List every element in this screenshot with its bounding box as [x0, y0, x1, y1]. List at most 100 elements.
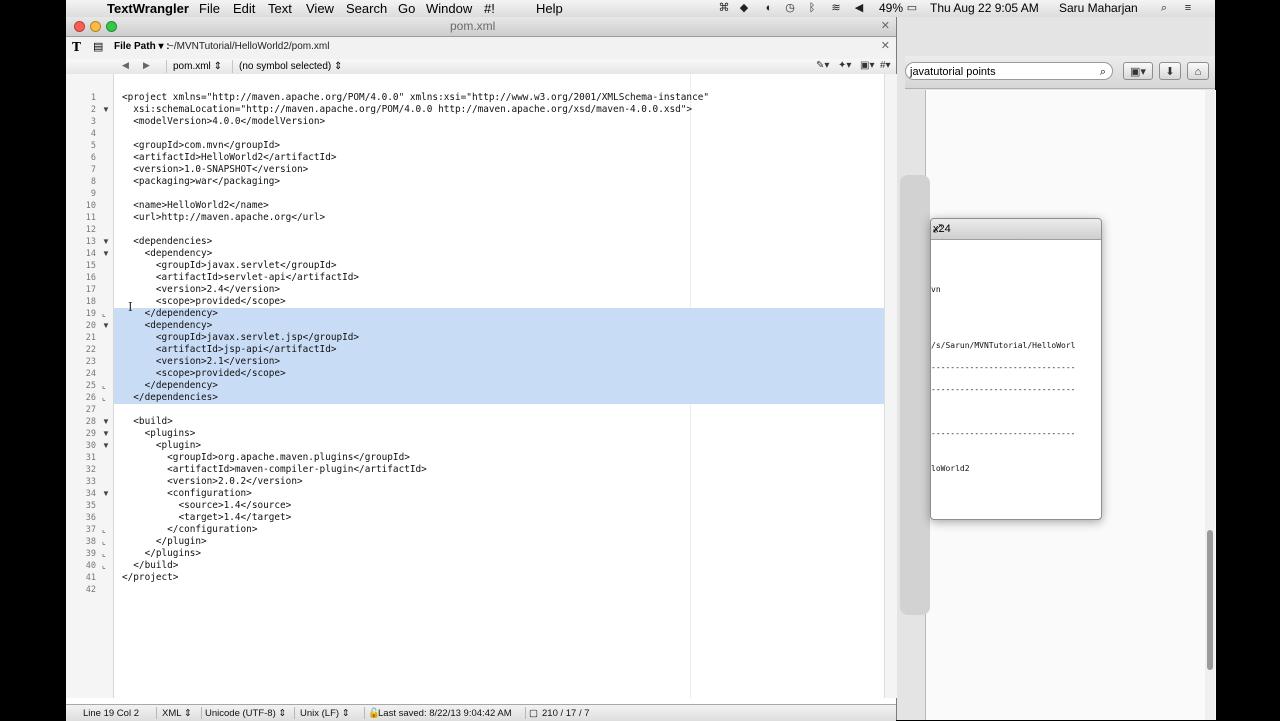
code-editor[interactable]: <project xmlns="http://maven.apache.org/… — [114, 74, 884, 698]
code-line[interactable]: </dependency> — [122, 380, 218, 392]
bluetooth-icon[interactable]: ᛒ — [806, 2, 818, 14]
clock[interactable]: Thu Aug 22 9:05 AM — [930, 1, 1039, 17]
code-line[interactable]: <configuration> — [122, 488, 252, 500]
window-title-bar[interactable]: pom.xml ✕ — [66, 17, 896, 37]
search-icon[interactable]: ⌕ — [1100, 63, 1106, 81]
menu-go[interactable]: Go — [398, 1, 415, 17]
volume-icon[interactable]: ◀ — [853, 2, 865, 14]
fold-close-icon[interactable]: ⌞ — [102, 536, 106, 548]
fold-open-icon[interactable]: ▼ — [102, 488, 110, 500]
code-line[interactable]: <artifactId>servlet-api</artifactId> — [122, 272, 359, 284]
menu-app-name[interactable]: TextWrangler — [107, 1, 189, 17]
fold-open-icon[interactable]: ▼ — [102, 236, 110, 248]
hash-icon[interactable]: #▾ — [880, 60, 891, 71]
code-line[interactable]: <target>1.4</target> — [122, 512, 291, 524]
code-line[interactable]: <dependencies> — [122, 236, 212, 248]
download-button[interactable]: ⬇ — [1159, 62, 1181, 80]
menu-window[interactable]: Window — [426, 1, 472, 17]
sync-icon[interactable]: ◐ — [763, 2, 775, 14]
terminal-title-bar[interactable]: x24 ⤢ — [931, 219, 1101, 240]
code-line[interactable]: <groupId>javax.servlet</groupId> — [122, 260, 337, 272]
code-line[interactable]: </project> — [122, 572, 178, 584]
code-line[interactable]: <dependency> — [122, 320, 213, 332]
code-line[interactable]: <version>2.1</version> — [122, 356, 280, 368]
code-line[interactable]: <project xmlns="http://maven.apache.org/… — [122, 92, 709, 104]
code-line[interactable]: <artifactId>jsp-api</artifactId> — [122, 344, 337, 356]
fold-open-icon[interactable]: ▼ — [102, 320, 110, 332]
code-line[interactable]: <source>1.4</source> — [122, 500, 291, 512]
code-line[interactable]: <groupId>org.apache.maven.plugins</group… — [122, 452, 410, 464]
terminal-window[interactable]: x24 ⤢ vn /s/Sarun/MVNTutorial/HelloWorl … — [930, 218, 1102, 520]
code-line[interactable]: <artifactId>HelloWorld2</artifactId> — [122, 152, 336, 164]
fold-open-icon[interactable]: ▼ — [102, 104, 110, 116]
fold-close-icon[interactable]: ⌞ — [102, 308, 106, 320]
menu-edit[interactable]: Edit — [233, 1, 255, 17]
fold-open-icon[interactable]: ▼ — [102, 440, 110, 452]
code-line[interactable]: <artifactId>maven-compiler-plugin</artif… — [122, 464, 427, 476]
forward-button[interactable]: ▶ — [143, 60, 150, 71]
code-line[interactable]: <version>1.0-SNAPSHOT</version> — [122, 164, 308, 176]
code-line[interactable]: <scope>provided</scope> — [122, 296, 286, 308]
code-line[interactable]: <groupId>javax.servlet.jsp</groupId> — [122, 332, 359, 344]
close-button[interactable] — [74, 21, 85, 32]
code-line[interactable]: <dependency> — [122, 248, 213, 260]
menu-text[interactable]: Text — [268, 1, 292, 17]
code-line[interactable]: <packaging>war</packaging> — [122, 176, 280, 188]
document-icon[interactable]: ▤ — [93, 40, 103, 53]
menu-file[interactable]: File — [199, 1, 220, 17]
text-options-icon[interactable]: T — [72, 40, 81, 54]
code-line[interactable]: xsi:schemaLocation="http://maven.apache.… — [122, 104, 692, 116]
language-popup[interactable]: XML ⇕ — [162, 707, 192, 720]
wifi-icon[interactable]: ≋ — [830, 2, 842, 14]
document-stats-icon[interactable]: ▢ — [529, 707, 538, 720]
expand-icon[interactable]: ⤢ — [933, 219, 1095, 239]
code-line[interactable]: </configuration> — [122, 524, 257, 536]
minimize-button[interactable] — [90, 21, 101, 32]
background-search-field[interactable]: javatutorial points ⌕ — [905, 62, 1113, 80]
fold-close-icon[interactable]: ⌞ — [102, 548, 106, 560]
fold-open-icon[interactable]: ▼ — [102, 416, 110, 428]
code-line[interactable]: <plugins> — [122, 428, 196, 440]
encoding-popup[interactable]: Unicode (UTF-8) ⇕ — [205, 707, 286, 720]
fold-close-icon[interactable]: ⌞ — [102, 560, 106, 572]
line-number-gutter[interactable]: 1 2 ▼ 3 4 5 6 7 8 9 10 11 12 13 ▼ 14 ▼ 15 16 17 18 19 ⌞ 20 ▼ 21 22… — [66, 74, 114, 698]
fold-close-icon[interactable]: ⌞ — [102, 392, 106, 404]
code-line[interactable]: <build> — [122, 416, 173, 428]
code-line[interactable]: </build> — [122, 560, 178, 572]
toolbar-toggle-icon[interactable]: ✕ — [881, 19, 890, 32]
code-line[interactable]: </dependencies> — [122, 392, 218, 404]
battery-icon[interactable]: ▭ — [904, 2, 920, 14]
background-scroll-thumb[interactable] — [1207, 530, 1213, 670]
code-line[interactable]: <plugin> — [122, 440, 201, 452]
file-popup[interactable]: pom.xml ⇕ — [166, 60, 232, 73]
code-line[interactable]: <scope>provided</scope> — [122, 368, 286, 380]
code-line[interactable]: </dependency> — [122, 308, 218, 320]
function-icon[interactable]: ✦▾ — [838, 60, 851, 71]
zoom-button[interactable] — [106, 21, 117, 32]
pencil-icon[interactable]: ✎▾ — [816, 60, 829, 71]
close-icon[interactable]: ✕ — [881, 39, 890, 52]
cursor-position[interactable]: Line 19 Col 2 — [83, 707, 139, 720]
menu-view[interactable]: View — [306, 1, 334, 17]
code-line[interactable]: <groupId>com.mvn</groupId> — [122, 140, 280, 152]
fold-open-icon[interactable]: ▼ — [102, 428, 110, 440]
notification-center-icon[interactable]: ≡ — [1182, 2, 1194, 14]
vertical-scrollbar[interactable] — [884, 74, 897, 698]
file-path-label[interactable]: File Path ▾ : — [114, 41, 170, 52]
bookmark-menu-button[interactable]: ▣▾ — [1123, 62, 1153, 80]
menu-search[interactable]: Search — [346, 1, 387, 17]
code-line[interactable]: <version>2.4</version> — [122, 284, 280, 296]
status-menu-icon[interactable]: ⌘ — [718, 2, 730, 14]
menu-scripts[interactable]: #! — [484, 1, 495, 17]
spotlight-icon[interactable]: ⌕ — [1158, 2, 1170, 14]
fold-close-icon[interactable]: ⌞ — [102, 380, 106, 392]
user-name[interactable]: Saru Maharjan — [1059, 1, 1138, 17]
line-endings-popup[interactable]: Unix (LF) ⇕ — [300, 707, 350, 720]
back-button[interactable]: ◀ — [122, 60, 129, 71]
code-line[interactable]: <url>http://maven.apache.org</url> — [122, 212, 325, 224]
home-button[interactable]: ⌂ — [1187, 62, 1209, 80]
document-list-icon[interactable]: ▣▾ — [860, 60, 874, 71]
code-line[interactable]: <name>HelloWorld2</name> — [122, 200, 268, 212]
code-line[interactable]: </plugin> — [122, 536, 207, 548]
code-line[interactable]: <version>2.0.2</version> — [122, 476, 302, 488]
